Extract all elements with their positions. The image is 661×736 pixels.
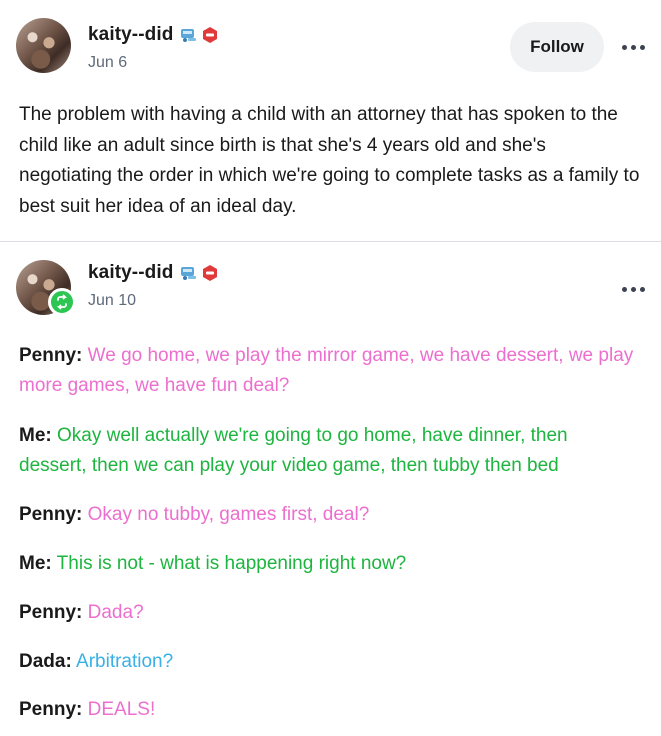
more-options-icon[interactable] bbox=[622, 42, 648, 52]
dialogue-line: Penny: Okay no tubby, games first, deal? bbox=[19, 500, 639, 530]
dot bbox=[622, 286, 627, 292]
ticket-robot-icon bbox=[181, 29, 197, 42]
dialogue-text: Arbitration? bbox=[76, 651, 174, 672]
ticket-robot-icon bbox=[181, 267, 197, 280]
dialogue-text: DEALS! bbox=[87, 699, 156, 720]
username-row: kaity--did bbox=[88, 24, 219, 46]
tumblr-thread: kaity--did Jun 6 Follow The problem with… bbox=[0, 0, 661, 736]
user-badges bbox=[179, 26, 219, 44]
dialogue-line: Me: Okay well actually we're going to go… bbox=[19, 421, 639, 481]
speaker: Penny: bbox=[19, 602, 83, 623]
dialogue-text: Okay well actually we're going to go hom… bbox=[19, 425, 568, 476]
speaker: Penny: bbox=[19, 504, 83, 525]
avatar[interactable] bbox=[16, 18, 71, 73]
speaker: Me: bbox=[19, 553, 52, 574]
red-hexagon-badge-icon bbox=[203, 265, 218, 281]
dot bbox=[622, 44, 627, 50]
reblog-post: kaity--did Jun 10 Penny: We go home, we … bbox=[0, 242, 661, 720]
dialogue-line: Me: This is not - what is happening righ… bbox=[19, 549, 639, 579]
dialogue-text: This is not - what is happening right no… bbox=[56, 553, 407, 574]
post-header: kaity--did Jun 10 bbox=[0, 242, 661, 332]
speaker: Penny: bbox=[19, 699, 83, 720]
follow-button[interactable]: Follow bbox=[510, 22, 604, 72]
post-date[interactable]: Jun 10 bbox=[88, 292, 136, 310]
speaker: Penny: bbox=[19, 345, 83, 366]
dialogue-line: Penny: We go home, we play the mirror ga… bbox=[19, 341, 639, 401]
username[interactable]: kaity--did bbox=[88, 262, 173, 284]
dialogue-text: We go home, we play the mirror game, we … bbox=[19, 345, 634, 396]
dot bbox=[631, 44, 636, 50]
dialogue-line: Penny: Dada? bbox=[19, 598, 639, 628]
speaker: Dada: bbox=[19, 651, 72, 672]
username-row: kaity--did bbox=[88, 262, 219, 284]
more-options-icon[interactable] bbox=[622, 284, 648, 294]
user-badges bbox=[179, 264, 219, 282]
dot bbox=[631, 286, 636, 292]
post-date[interactable]: Jun 6 bbox=[88, 54, 127, 72]
speaker: Me: bbox=[19, 425, 52, 446]
reblog-icon bbox=[48, 288, 76, 316]
dialogue-line: Dada: Arbitration? bbox=[19, 647, 639, 677]
dot bbox=[640, 44, 645, 50]
dialogue-text: Okay no tubby, games first, deal? bbox=[87, 504, 370, 525]
dialogue-text: Dada? bbox=[87, 602, 144, 623]
original-post: kaity--did Jun 6 Follow The problem with… bbox=[0, 0, 661, 222]
username[interactable]: kaity--did bbox=[88, 24, 173, 46]
dialogue-line: Penny: DEALS! bbox=[19, 695, 639, 725]
dot bbox=[640, 286, 645, 292]
red-hexagon-badge-icon bbox=[203, 27, 218, 43]
post-body: The problem with having a child with an … bbox=[19, 104, 640, 217]
post-header: kaity--did Jun 6 Follow bbox=[0, 0, 661, 90]
